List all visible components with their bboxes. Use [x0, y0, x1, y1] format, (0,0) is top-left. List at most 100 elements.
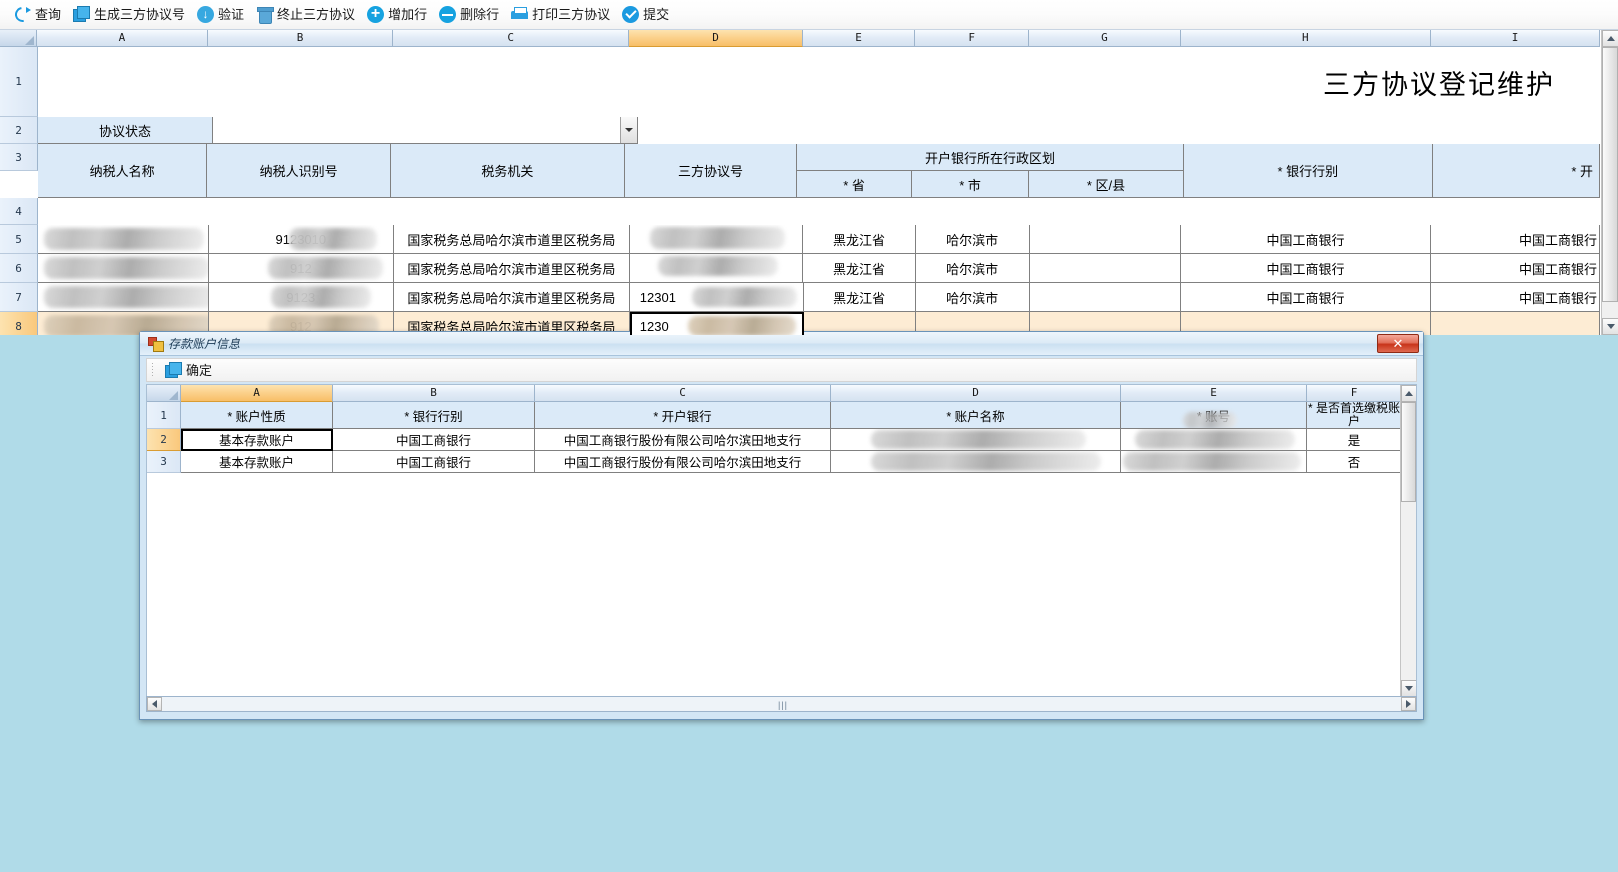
- cell-city-6[interactable]: 哈尔滨市: [915, 254, 1030, 283]
- dcell-bank-open-2[interactable]: 中国工商银行股份有限公司哈尔滨田地支行: [535, 429, 831, 451]
- verify-button[interactable]: 验证: [191, 2, 250, 28]
- cell-taxpayer-name-7[interactable]: [38, 283, 209, 312]
- dcell-account-nature-3[interactable]: 基本存款账户: [181, 451, 333, 473]
- row-header-4[interactable]: 4: [0, 198, 38, 225]
- agreement-status-combo[interactable]: [213, 117, 638, 144]
- cell-bank-open-6[interactable]: 中国工商银行: [1431, 254, 1600, 283]
- cell-agreement-no-5[interactable]: [629, 225, 804, 254]
- column-header-C[interactable]: C: [393, 30, 630, 47]
- main-vertical-scrollbar[interactable]: [1601, 30, 1618, 335]
- cell-bank-type-6[interactable]: 中国工商银行: [1180, 254, 1432, 283]
- dialog-column-header-A[interactable]: A: [181, 385, 333, 402]
- chevron-down-icon[interactable]: [620, 117, 637, 143]
- delete-row-button[interactable]: 删除行: [433, 2, 505, 28]
- column-header-F[interactable]: F: [915, 30, 1030, 47]
- dcell-account-name-3[interactable]: [831, 451, 1121, 473]
- dialog-scroll-right-icon[interactable]: [1401, 697, 1416, 711]
- cell-tax-authority-5[interactable]: 国家税务总局哈尔滨市道里区税务局: [393, 225, 630, 254]
- cell-taxpayer-id-5[interactable]: 9123010: [208, 225, 394, 254]
- cell-province-6[interactable]: 黑龙江省: [803, 254, 916, 283]
- toolbar-grip[interactable]: [151, 362, 155, 378]
- dialog-title-bar[interactable]: 存款账户信息 ✕: [140, 332, 1423, 356]
- row-header-7[interactable]: 7: [0, 283, 38, 312]
- cell-taxpayer-name-6[interactable]: [38, 254, 209, 283]
- column-header-I[interactable]: I: [1431, 30, 1600, 47]
- column-header-B[interactable]: B: [207, 30, 394, 47]
- cell-tax-authority-7[interactable]: 国家税务总局哈尔滨市道里区税务局: [393, 283, 630, 312]
- generate-agreement-no-button[interactable]: 生成三方协议号: [67, 2, 191, 28]
- column-header-G[interactable]: G: [1029, 30, 1181, 47]
- cell-province-7[interactable]: 黑龙江省: [803, 283, 916, 312]
- cell-taxpayer-id-6[interactable]: 912: [208, 254, 394, 283]
- dcell-is-primary-2[interactable]: 是: [1307, 429, 1402, 451]
- dcell-is-primary-3[interactable]: 否: [1307, 451, 1402, 473]
- dcell-account-no-2[interactable]: [1121, 429, 1307, 451]
- agreement-status-value[interactable]: [213, 117, 620, 143]
- row-header-6[interactable]: 6: [0, 254, 38, 283]
- dcell-bank-type-3[interactable]: 中国工商银行: [333, 451, 535, 473]
- dcell-account-nature-2[interactable]: 基本存款账户: [181, 429, 333, 451]
- scroll-down-icon[interactable]: [1602, 318, 1618, 335]
- column-header-A[interactable]: A: [37, 30, 208, 47]
- dialog-row-header-3[interactable]: 3: [147, 451, 181, 473]
- dialog-horizontal-scrollbar[interactable]: |||: [146, 696, 1417, 712]
- cell-taxpayer-name-5[interactable]: [38, 225, 209, 254]
- add-row-button[interactable]: 增加行: [361, 2, 433, 28]
- column-header-D[interactable]: D: [629, 30, 803, 47]
- dialog-column-header-F[interactable]: F: [1307, 385, 1402, 402]
- cell-tax-authority-6[interactable]: 国家税务总局哈尔滨市道里区税务局: [393, 254, 630, 283]
- cell-district-7[interactable]: [1029, 283, 1181, 312]
- dialog-vertical-scroll-thumb[interactable]: [1401, 402, 1416, 502]
- cell-city-7[interactable]: 哈尔滨市: [915, 283, 1030, 312]
- row-header-3[interactable]: 3: [0, 144, 38, 171]
- cell-bank-open-8[interactable]: [1431, 312, 1600, 335]
- cell-bank-open-7[interactable]: 中国工商银行: [1431, 283, 1600, 312]
- dcell-account-no-3[interactable]: [1121, 451, 1307, 473]
- dcell-bank-type-2[interactable]: 中国工商银行: [333, 429, 535, 451]
- header-province: * 省: [797, 171, 913, 198]
- dialog-scroll-down-icon[interactable]: [1401, 680, 1416, 697]
- cell-district-6[interactable]: [1029, 254, 1181, 283]
- submit-button[interactable]: 提交: [616, 2, 675, 28]
- delete-row-label: 删除行: [460, 7, 500, 22]
- dialog-row-header-2[interactable]: 2: [147, 429, 181, 451]
- cell-agreement-no-7[interactable]: 12301: [629, 283, 804, 312]
- cell-bank-type-7[interactable]: 中国工商银行: [1180, 283, 1432, 312]
- dcell-account-name-2[interactable]: [831, 429, 1121, 451]
- dialog-select-all-corner[interactable]: [147, 385, 181, 402]
- dialog-column-header-D[interactable]: D: [831, 385, 1121, 402]
- dialog-footer: [140, 714, 1423, 719]
- dialog-scroll-left-icon[interactable]: [147, 697, 162, 711]
- vertical-scroll-thumb[interactable]: [1602, 47, 1618, 302]
- cell-taxpayer-id-7[interactable]: 9123: [208, 283, 394, 312]
- cell-district-5[interactable]: [1029, 225, 1181, 254]
- column-header-E[interactable]: E: [802, 30, 916, 47]
- dialog-vertical-scrollbar[interactable]: [1400, 385, 1416, 697]
- confirm-button[interactable]: 确定: [159, 357, 218, 383]
- row-header-1[interactable]: 1: [0, 47, 38, 117]
- add-row-label: 增加行: [388, 7, 428, 22]
- select-all-corner[interactable]: [0, 30, 38, 47]
- row-header-2[interactable]: 2: [0, 117, 38, 144]
- cell-agreement-no-8[interactable]: 1230: [629, 312, 804, 335]
- dialog-column-header-C[interactable]: C: [535, 385, 831, 402]
- cell-province-5[interactable]: 黑龙江省: [803, 225, 916, 254]
- dialog-column-header-E[interactable]: E: [1121, 385, 1307, 402]
- dialog-row-header-1[interactable]: 1: [147, 402, 181, 429]
- cell-bank-open-5[interactable]: 中国工商银行: [1431, 225, 1600, 254]
- cell-agreement-no-6[interactable]: [629, 254, 804, 283]
- column-header-H[interactable]: H: [1180, 30, 1432, 47]
- dialog-column-header-B[interactable]: B: [333, 385, 535, 402]
- row-header-5[interactable]: 5: [0, 225, 38, 254]
- row-header-8[interactable]: 8: [0, 312, 38, 335]
- cell-city-5[interactable]: 哈尔滨市: [915, 225, 1030, 254]
- dialog-scroll-up-icon[interactable]: [1401, 385, 1416, 402]
- query-button[interactable]: 查询: [8, 2, 67, 28]
- dcell-bank-open-3[interactable]: 中国工商银行股份有限公司哈尔滨田地支行: [535, 451, 831, 473]
- scroll-up-icon[interactable]: [1602, 30, 1618, 47]
- cell-bank-type-5[interactable]: 中国工商银行: [1180, 225, 1432, 254]
- close-icon[interactable]: ✕: [1377, 334, 1419, 353]
- dialog-hscroll-track[interactable]: |||: [162, 697, 1401, 711]
- terminate-agreement-button[interactable]: 终止三方协议: [250, 2, 361, 28]
- print-agreement-button[interactable]: 打印三方协议: [505, 2, 616, 28]
